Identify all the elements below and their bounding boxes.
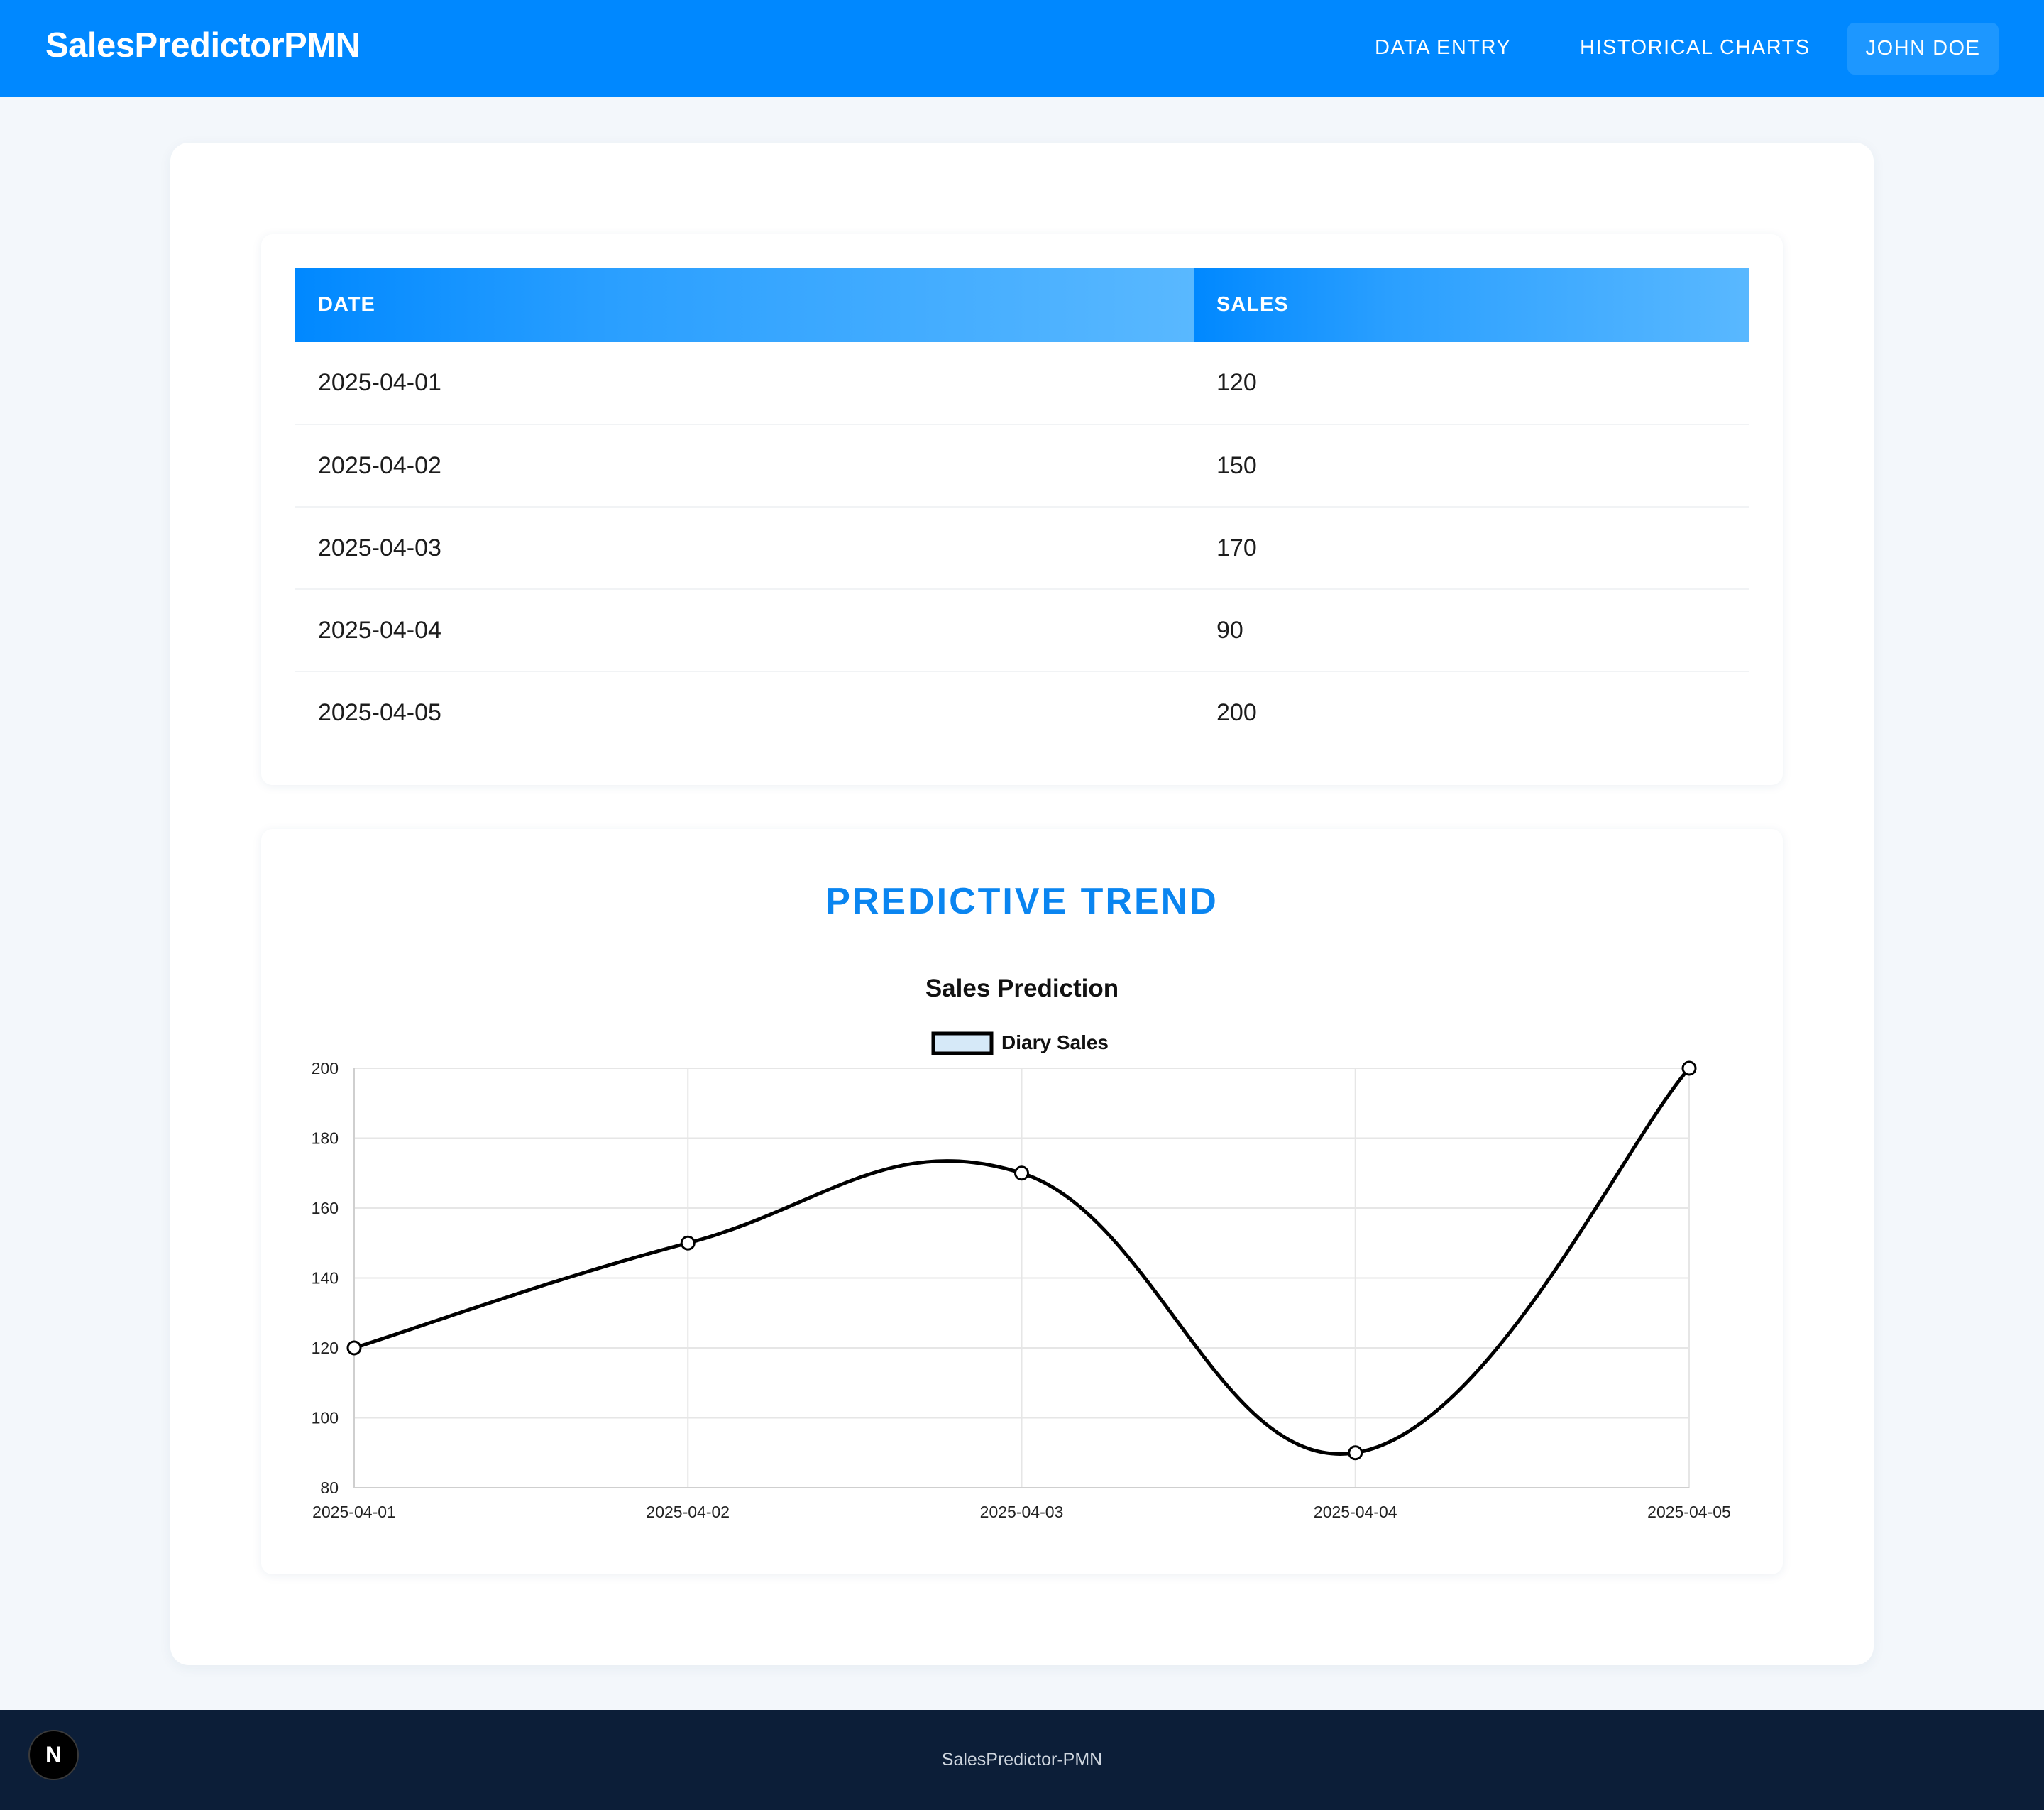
date-cell: 2025-04-02 [295, 424, 1194, 508]
y-tick-label: 200 [312, 1059, 339, 1077]
y-axis-tick-labels: 80 100 120 140 160 180 200 [312, 1059, 339, 1497]
sales-cell: 90 [1194, 589, 1749, 672]
table-row: 2025-04-05 200 [295, 671, 1749, 754]
nextjs-badge-icon[interactable]: N [28, 1730, 79, 1780]
table-row: 2025-04-02 150 [295, 424, 1749, 508]
table-row: 2025-04-04 90 [295, 589, 1749, 672]
sales-cell: 120 [1194, 342, 1749, 425]
y-tick-label: 100 [312, 1409, 339, 1427]
sales-cell: 150 [1194, 424, 1749, 508]
data-point [1014, 1165, 1029, 1181]
x-tick-label: 2025-04-03 [980, 1503, 1064, 1521]
chart-legend[interactable]: Diary Sales [931, 1031, 1109, 1055]
column-header-sales: SALES [1194, 268, 1749, 342]
brand-logo[interactable]: SalesPredictorPMN [45, 26, 361, 65]
x-tick-label: 2025-04-04 [1314, 1503, 1397, 1521]
y-tick-label: 160 [312, 1199, 339, 1217]
footer-text: SalesPredictor-PMN [941, 1750, 1103, 1770]
x-tick-label: 2025-04-01 [312, 1503, 396, 1521]
x-tick-label: 2025-04-02 [646, 1503, 730, 1521]
data-point [346, 1340, 362, 1356]
y-tick-label: 80 [320, 1479, 339, 1497]
date-cell: 2025-04-03 [295, 507, 1194, 590]
date-cell: 2025-04-01 [295, 342, 1194, 425]
sales-cell: 170 [1194, 507, 1749, 590]
y-tick-label: 180 [312, 1129, 339, 1148]
data-point [1681, 1060, 1697, 1076]
sales-table: DATE SALES 2025-04-01 120 2025-04-02 150… [295, 268, 1749, 754]
legend-label: Diary Sales [1001, 1031, 1109, 1053]
chart-grid [353, 1068, 1690, 1488]
sales-prediction-chart: Sales Prediction Diary Sales 80 100 120 140… [312, 975, 1731, 1521]
column-header-date: DATE [295, 268, 1194, 342]
x-tick-label: 2025-04-05 [1647, 1503, 1731, 1521]
table-row: 2025-04-03 170 [295, 507, 1749, 590]
user-menu-button[interactable]: JOHN DOE [1847, 23, 1999, 75]
chart-title: Sales Prediction [925, 975, 1119, 1002]
y-tick-label: 120 [312, 1339, 339, 1357]
date-cell: 2025-04-05 [318, 699, 441, 726]
table-header-row: DATE SALES [295, 268, 1749, 342]
chart-panel: PREDICTIVE TREND Sales Prediction Diary … [261, 829, 1783, 1574]
footer: SalesPredictor-PMN [0, 1710, 2044, 1810]
sales-table-panel: DATE SALES 2025-04-01 120 2025-04-02 150… [261, 234, 1783, 785]
legend-swatch [931, 1031, 994, 1055]
table-row: 2025-04-01 120 [295, 342, 1749, 425]
nav-data-entry[interactable]: DATA ENTRY [1375, 36, 1511, 60]
x-axis-tick-labels: 2025-04-01 2025-04-02 2025-04-03 2025-04-04… [312, 1503, 1731, 1521]
top-navbar: SalesPredictorPMN DATA ENTRY HISTORICAL … [0, 0, 2044, 97]
date-cell: 2025-04-04 [295, 589, 1194, 672]
data-point [1348, 1445, 1363, 1461]
y-tick-label: 140 [312, 1269, 339, 1288]
data-point [680, 1235, 696, 1251]
nav-historical-charts[interactable]: HISTORICAL CHARTS [1580, 36, 1811, 60]
sales-cell: 200 [1216, 699, 1257, 726]
